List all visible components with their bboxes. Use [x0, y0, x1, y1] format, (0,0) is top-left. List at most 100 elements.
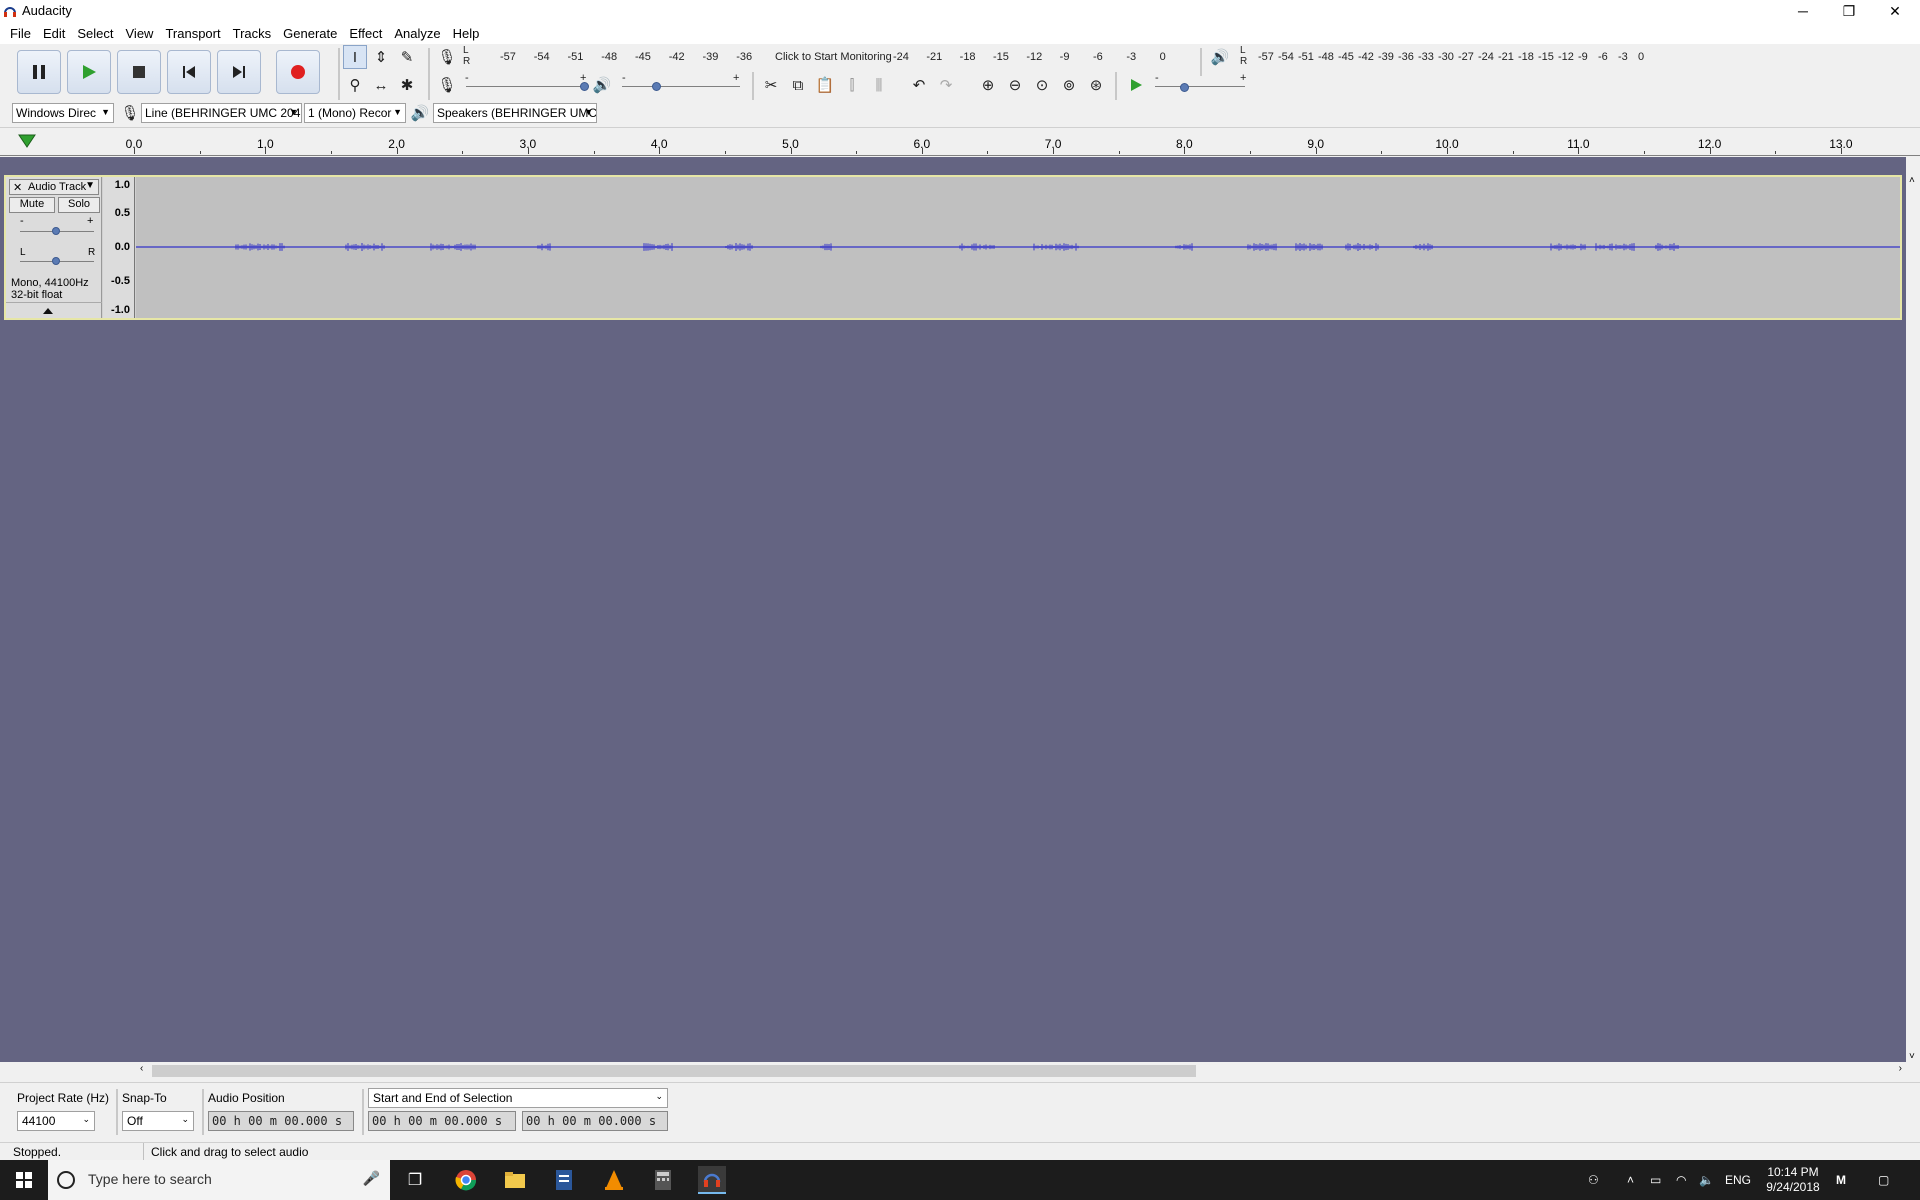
zoom-tool-button[interactable]: ⚲ [343, 73, 367, 97]
track-control-panel[interactable]: ✕ Audio Track ▼ Mute Solo - + L R Mono, … [6, 177, 102, 318]
scroll-up-icon[interactable]: ˄ [1909, 175, 1915, 186]
envelope-tool-button[interactable]: ⇕ [369, 45, 393, 69]
horizontal-scroll-thumb[interactable] [152, 1065, 1196, 1077]
taskbar-search-box[interactable]: Type here to search 🎤 [48, 1160, 390, 1200]
trim-button[interactable]: ⫿ [840, 73, 864, 97]
close-window-button[interactable]: ✕ [1872, 0, 1918, 22]
taskbar-chrome[interactable] [452, 1166, 480, 1194]
task-view-button[interactable]: ❐ [401, 1166, 429, 1194]
start-button[interactable] [10, 1166, 38, 1194]
menu-transport[interactable]: Transport [159, 26, 226, 41]
undo-button[interactable]: ↶ [907, 73, 931, 97]
mute-button[interactable]: Mute [9, 197, 55, 213]
record-volume-slider-knob[interactable] [580, 82, 589, 91]
playhead-marker-icon[interactable] [18, 133, 36, 149]
zoom-toggle-button[interactable]: ⊛ [1084, 73, 1108, 97]
record-button[interactable] [276, 50, 320, 94]
play-button[interactable] [67, 50, 111, 94]
solo-button[interactable]: Solo [58, 197, 100, 213]
stop-button[interactable] [117, 50, 161, 94]
pause-button[interactable] [17, 50, 61, 94]
menu-edit[interactable]: Edit [37, 26, 71, 41]
fit-selection-button[interactable]: ⊙ [1030, 73, 1054, 97]
playback-device-select[interactable]: Speakers (BEHRINGER UMC ▼ [433, 103, 597, 123]
taskbar-vlc[interactable] [600, 1166, 628, 1194]
playback-volume-slider-knob[interactable] [652, 82, 661, 91]
taskbar-clock[interactable]: 10:14 PM 9/24/2018 [1762, 1160, 1824, 1200]
audio-position-field[interactable]: 00 h 00 m 00.000 s [208, 1111, 354, 1131]
timeline-ruler[interactable]: 0.0 1.0 2.0 3.0 4.0 5.0 6.0 7.0 8.0 9.0 10.0 11.0 12… [0, 128, 1920, 156]
snap-to-select[interactable]: Off ⌄ [122, 1111, 194, 1131]
collapse-track-button[interactable] [6, 302, 102, 318]
zoom-out-button[interactable]: ⊖ [1003, 73, 1027, 97]
menu-select[interactable]: Select [71, 26, 119, 41]
menu-help[interactable]: Help [447, 26, 486, 41]
waveform-display[interactable] [136, 177, 1900, 318]
tray-chevron-up-icon[interactable]: ˄ [1627, 1160, 1634, 1200]
amplitude-ruler[interactable]: 1.0 0.5 0.0 -0.5 -1.0 [103, 177, 135, 318]
wifi-icon[interactable]: ◠ [1676, 1160, 1686, 1200]
play-speed-slider-knob[interactable] [1180, 83, 1189, 92]
draw-tool-button[interactable]: ✎ [395, 45, 419, 69]
recording-channels-select[interactable]: 1 (Mono) Recor ▼ [304, 103, 406, 123]
pan-slider-knob[interactable] [52, 257, 60, 265]
audio-host-select[interactable]: Windows Direc ▼ [12, 103, 114, 123]
scroll-down-icon[interactable]: ˅ [1909, 1051, 1915, 1062]
zoom-in-button[interactable]: ⊕ [976, 73, 1000, 97]
time-shift-tool-button[interactable]: ↔ [369, 73, 393, 97]
microphone-icon[interactable]: 🎤 [363, 1170, 380, 1187]
selection-end-field[interactable]: 00 h 00 m 00.000 s [522, 1111, 668, 1131]
app-tray-icon[interactable]: M [1836, 1160, 1846, 1200]
play-meter-button[interactable]: 🔊 [1208, 45, 1232, 69]
play-speed-slider-track[interactable] [1155, 86, 1245, 87]
redo-icon: ↷ [939, 77, 953, 94]
play-at-speed-button[interactable] [1124, 73, 1148, 97]
selection-mode-select[interactable]: Start and End of Selection ⌄ [368, 1088, 668, 1108]
track-panel[interactable]: ✕ Audio Track ▼ Mute Solo - + L R Mono, … [0, 157, 1906, 1062]
track-close-button[interactable]: ✕ [13, 181, 22, 194]
project-rate-select[interactable]: 44100 ⌄ [17, 1111, 95, 1131]
taskbar-file-explorer[interactable] [501, 1166, 529, 1194]
selection-tool-button[interactable]: I [343, 45, 367, 69]
track-format: Mono, 44100Hz [11, 277, 89, 289]
menu-file[interactable]: File [4, 26, 37, 41]
playback-volume-slider-track[interactable] [622, 86, 740, 87]
selection-start-field[interactable]: 00 h 00 m 00.000 s [368, 1111, 516, 1131]
scroll-right-icon[interactable]: › [1899, 1063, 1902, 1074]
redo-button[interactable]: ↷ [934, 73, 958, 97]
menu-analyze[interactable]: Analyze [388, 26, 446, 41]
menu-tracks[interactable]: Tracks [227, 26, 278, 41]
silence-button[interactable]: ⫼ [867, 73, 891, 97]
people-icon[interactable]: ⚇ [1588, 1160, 1599, 1200]
record-volume-slider-track[interactable] [466, 86, 586, 87]
cut-button[interactable]: ✂ [759, 73, 783, 97]
record-meter-button[interactable]: 🎙 [435, 45, 459, 69]
taskbar-calculator[interactable] [649, 1166, 677, 1194]
clipboard-icon: 📋 [815, 77, 835, 94]
menu-generate[interactable]: Generate [277, 26, 343, 41]
gain-slider-knob[interactable] [52, 227, 60, 235]
audio-track[interactable]: ✕ Audio Track ▼ Mute Solo - + L R Mono, … [4, 175, 1902, 320]
menu-view[interactable]: View [120, 26, 160, 41]
monitor-prompt[interactable]: Click to Start Monitoring [775, 51, 892, 63]
battery-icon[interactable]: ▭ [1650, 1160, 1661, 1200]
horizontal-scrollbar[interactable]: ‹ › [136, 1062, 1906, 1080]
paste-button[interactable]: 📋 [813, 73, 837, 97]
recording-device-select[interactable]: Line (BEHRINGER UMC 204 ▼ [141, 103, 302, 123]
copy-button[interactable]: ⧉ [786, 73, 810, 97]
taskbar-audacity[interactable] [698, 1166, 726, 1194]
input-language[interactable]: ENG [1725, 1160, 1751, 1200]
fit-project-button[interactable]: ⊚ [1057, 73, 1081, 97]
menu-effect[interactable]: Effect [343, 26, 388, 41]
skip-to-start-button[interactable] [167, 50, 211, 94]
scroll-left-icon[interactable]: ‹ [140, 1063, 143, 1074]
taskbar-document[interactable] [550, 1166, 578, 1194]
skip-to-end-button[interactable] [217, 50, 261, 94]
multi-tool-button[interactable]: ✱ [395, 73, 419, 97]
vertical-scrollbar[interactable]: ˄ ˅ [1906, 175, 1920, 1062]
minimize-button[interactable]: ─ [1780, 0, 1826, 22]
restore-button[interactable]: ❐ [1826, 0, 1872, 22]
volume-icon[interactable]: 🔈 [1699, 1160, 1714, 1200]
action-center-icon[interactable]: ▢ [1878, 1160, 1889, 1200]
track-name-menu[interactable]: ✕ Audio Track ▼ [9, 179, 99, 195]
